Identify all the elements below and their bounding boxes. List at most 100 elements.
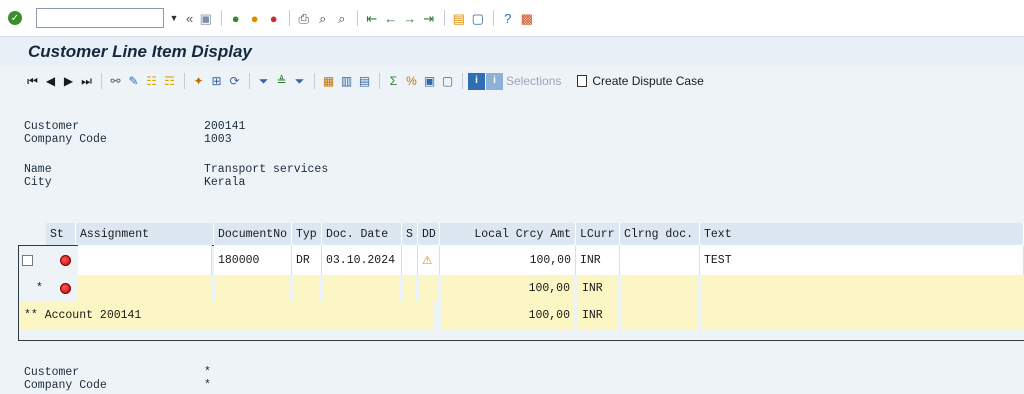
page-title: Customer Line Item Display: [28, 42, 252, 61]
subtotal-amt-cell[interactable]: 100,00: [442, 275, 574, 301]
status-red-icon: [56, 275, 76, 301]
assignment-cell[interactable]: [78, 245, 212, 275]
info-icon[interactable]: i: [468, 72, 485, 90]
collapse-double-icon[interactable]: «: [186, 11, 193, 26]
sort-ascending-icon[interactable]: ≜: [273, 73, 290, 90]
filter-icon[interactable]: ⏷: [255, 73, 272, 90]
enter-check-icon[interactable]: ✓: [8, 11, 22, 25]
subtotal-s-cell: [404, 275, 416, 301]
sort-descending-icon[interactable]: ⏷: [291, 73, 308, 90]
previous-item-icon[interactable]: ◀: [42, 73, 59, 90]
last-page-icon[interactable]: ⇥: [420, 10, 437, 27]
command-field[interactable]: [36, 8, 164, 28]
col-text[interactable]: Text: [700, 223, 1024, 245]
subtotal-dd-cell: [420, 275, 438, 301]
status-red-icon: [56, 245, 76, 275]
find-icon[interactable]: ⌕: [314, 10, 331, 27]
new-session-icon[interactable]: ▤: [450, 10, 467, 27]
deselect-icon[interactable]: ☶: [161, 73, 178, 90]
help-icon[interactable]: ?: [499, 10, 516, 27]
system-toolbar: ✓ ▼ « ▣ ● ● ● ⎙ ⌕ ⌕ ⇤ ← → ⇥ ▤ ▢ ? ▩: [0, 0, 1024, 36]
export-icon[interactable]: ▣: [421, 73, 438, 90]
company-code-value: 1003: [204, 133, 232, 146]
subtotal-clrng-cell: [622, 275, 698, 301]
subtotal-lcurr-cell[interactable]: INR: [578, 275, 618, 301]
col-local-amt[interactable]: Local Crcy Amt: [440, 223, 576, 245]
text-cell[interactable]: TEST: [700, 245, 1024, 275]
account-total-row[interactable]: ** Account 200141 100,00 INR: [18, 301, 1024, 329]
document-no-cell[interactable]: 180000: [214, 245, 292, 275]
customize-icon[interactable]: ▩: [518, 10, 535, 27]
dunning-warning-icon[interactable]: ⚠: [418, 245, 440, 275]
lcurr-cell[interactable]: INR: [576, 245, 620, 275]
layout-grid-icon[interactable]: ▦: [320, 73, 337, 90]
doc-date-cell[interactable]: 03.10.2024: [322, 245, 402, 275]
refresh-icon[interactable]: ⟳: [226, 73, 243, 90]
col-st[interactable]: St: [46, 223, 76, 245]
subtotal-date-cell: [324, 275, 400, 301]
selections-info-icon: i: [486, 72, 503, 90]
col-lcurr[interactable]: LCurr: [576, 223, 620, 245]
exit-icon[interactable]: ●: [246, 10, 263, 27]
select-all-icon[interactable]: ☷: [143, 73, 160, 90]
sum-icon[interactable]: Σ: [385, 73, 402, 90]
subtotal-icon[interactable]: %: [403, 73, 420, 90]
next-item-icon[interactable]: ▶: [60, 73, 77, 90]
create-dispute-case-label: Create Dispute Case: [592, 74, 704, 88]
col-assignment[interactable]: Assignment: [76, 223, 214, 245]
footer-company-code-label: Company Code: [24, 379, 107, 392]
print-icon[interactable]: ⎙: [295, 10, 312, 27]
change-icon[interactable]: ✦: [190, 73, 207, 90]
save-layout-icon[interactable]: ▤: [356, 73, 373, 90]
change-layout-icon[interactable]: ▥: [338, 73, 355, 90]
edit-pencil-icon[interactable]: ✎: [125, 73, 142, 90]
find-next-icon[interactable]: ⌕: [333, 10, 350, 27]
first-page-icon[interactable]: ⇤: [363, 10, 380, 27]
col-clrng-doc[interactable]: Clrng doc.: [620, 223, 700, 245]
details-icon[interactable]: ⊞: [208, 73, 225, 90]
shortcut-icon[interactable]: ▢: [469, 10, 486, 27]
separator: [314, 73, 315, 89]
separator: [221, 10, 223, 26]
table-row[interactable]: 180000 DR 03.10.2024 ⚠ 100,00 INR TEST: [18, 245, 1024, 275]
account-total-lcurr-cell[interactable]: INR: [578, 301, 618, 329]
next-page-icon[interactable]: →: [401, 10, 418, 27]
col-s[interactable]: S: [402, 223, 418, 245]
selection-footer: Customer * Company Code *: [24, 366, 524, 392]
subtotal-typ-cell: [294, 275, 320, 301]
prev-page-icon[interactable]: ←: [382, 10, 399, 27]
subtotal-row[interactable]: * 100,00 INR: [18, 275, 1024, 301]
local-amt-cell[interactable]: 100,00: [440, 245, 576, 275]
footer-customer-value: *: [204, 366, 211, 379]
col-doc-date[interactable]: Doc. Date: [322, 223, 402, 245]
footer-customer-label: Customer: [24, 366, 80, 379]
back-icon[interactable]: ●: [227, 10, 244, 27]
col-dd[interactable]: DD: [418, 223, 440, 245]
print-preview-icon[interactable]: ▢: [439, 73, 456, 90]
typ-cell[interactable]: DR: [292, 245, 322, 275]
col-typ[interactable]: Typ: [292, 223, 322, 245]
subtotal-marker: *: [36, 281, 43, 295]
separator: [444, 10, 446, 26]
customer-header: Customer 200141 Company Code 1003 Name Tran…: [24, 120, 524, 189]
city-label: City: [24, 176, 52, 189]
row-select-checkbox[interactable]: [18, 245, 40, 275]
line-items-table: St Assignment DocumentNo Typ Doc. Date S…: [18, 223, 1024, 329]
create-dispute-case-button[interactable]: Create Dispute Case: [577, 74, 704, 88]
separator: [289, 10, 291, 26]
clrng-doc-cell[interactable]: [620, 245, 700, 275]
last-item-icon[interactable]: ⏭: [78, 73, 95, 90]
account-total-amt-cell[interactable]: 100,00: [442, 301, 574, 329]
save-icon[interactable]: ▣: [197, 10, 214, 27]
display-icon[interactable]: ⚯: [107, 73, 124, 90]
account-total-clrng-cell: [622, 301, 698, 329]
command-history-dropdown-icon[interactable]: ▼: [166, 8, 182, 28]
customer-value: 200141: [204, 120, 246, 133]
cancel-icon[interactable]: ●: [265, 10, 282, 27]
customer-label: Customer: [24, 120, 80, 133]
col-document-no[interactable]: DocumentNo: [214, 223, 292, 245]
company-code-label: Company Code: [24, 133, 107, 146]
s-cell[interactable]: [402, 245, 418, 275]
separator: [357, 10, 359, 26]
first-item-icon[interactable]: ⏮: [24, 73, 41, 90]
